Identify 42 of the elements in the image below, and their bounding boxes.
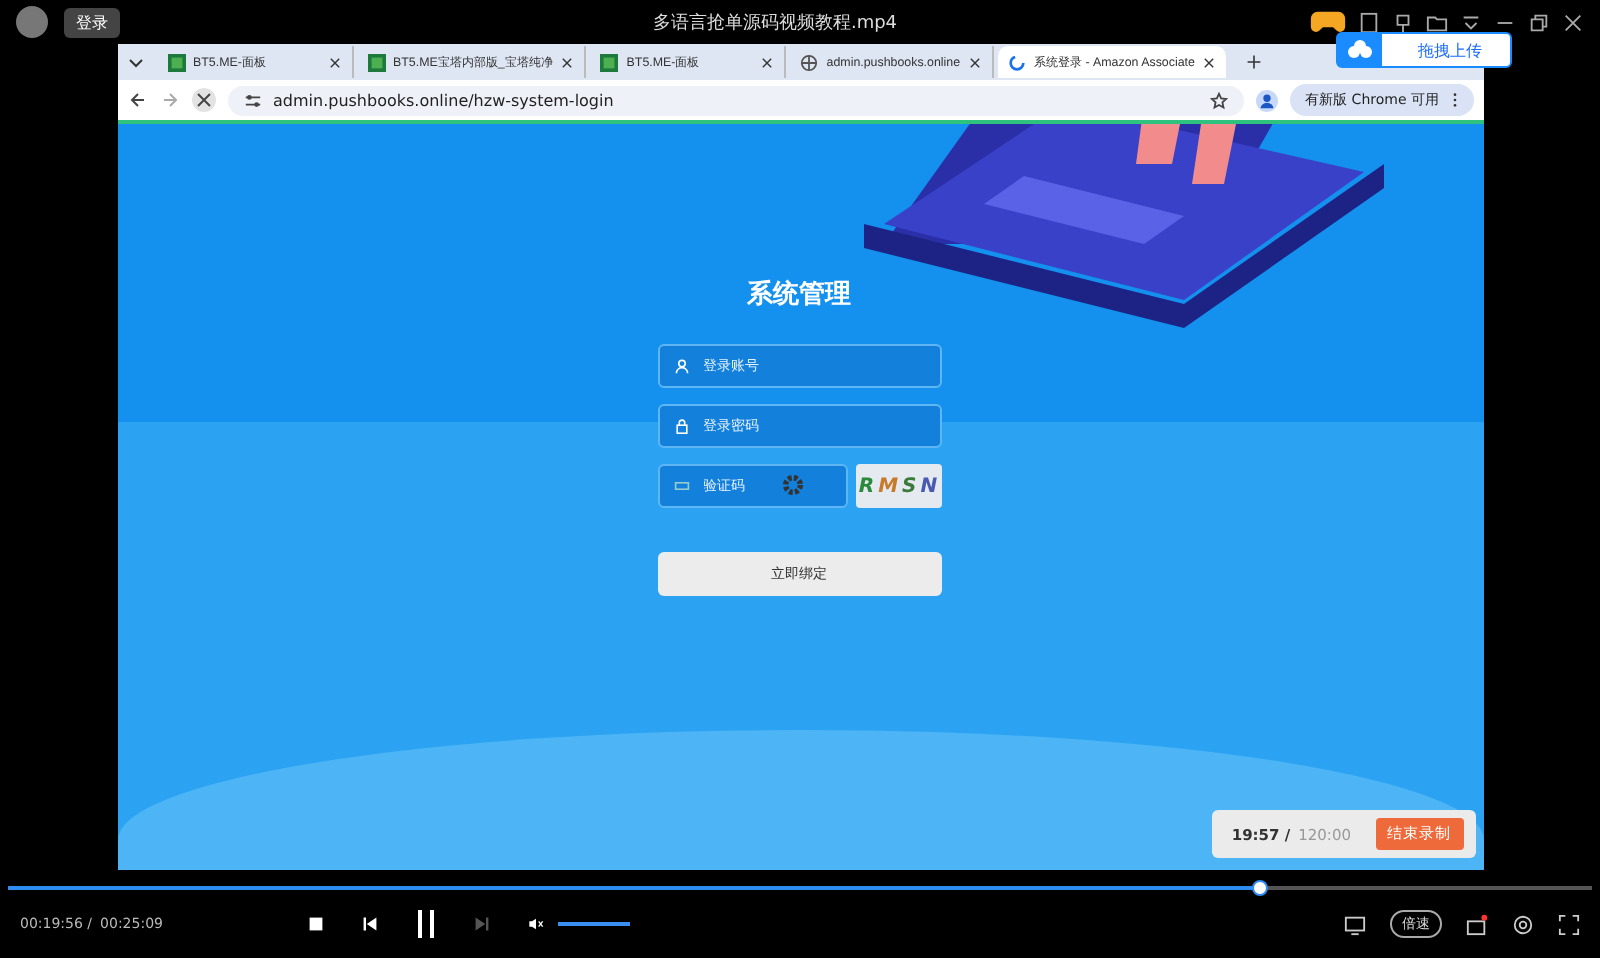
- profile-icon[interactable]: [1255, 89, 1278, 111]
- gamepad-icon[interactable]: [1310, 10, 1346, 34]
- close-icon[interactable]: [760, 55, 775, 69]
- close-icon[interactable]: [327, 55, 341, 69]
- user-icon: [673, 358, 689, 374]
- fullscreen-icon[interactable]: [1558, 913, 1580, 935]
- stop-icon[interactable]: [191, 88, 215, 112]
- next-icon[interactable]: [474, 916, 491, 932]
- previous-icon[interactable]: [362, 916, 379, 932]
- upload-button[interactable]: 拖拽上传: [1336, 32, 1512, 68]
- more-icon[interactable]: [1451, 92, 1457, 109]
- stop-icon[interactable]: [308, 916, 325, 932]
- pin-icon[interactable]: [1392, 11, 1414, 33]
- page-title: 系统管理: [745, 277, 853, 312]
- tv-icon[interactable]: [1344, 913, 1366, 935]
- progress-thumb[interactable]: [1251, 880, 1268, 896]
- sheet-icon: [367, 53, 385, 71]
- restore-icon[interactable]: [1528, 11, 1550, 33]
- window-icon[interactable]: [1358, 11, 1380, 33]
- close-icon[interactable]: [1562, 11, 1584, 33]
- menu-icon[interactable]: [1460, 11, 1482, 33]
- sheet-icon: [167, 53, 185, 71]
- captcha-image[interactable]: RMSN: [855, 464, 941, 508]
- close-icon[interactable]: [1202, 55, 1217, 69]
- close-icon[interactable]: [560, 55, 575, 69]
- sheet-icon: [600, 53, 619, 71]
- app-logo-icon: [16, 6, 48, 38]
- folder-icon[interactable]: [1426, 11, 1448, 33]
- lock-icon: [673, 418, 689, 434]
- address-bar[interactable]: admin.pushbooks.online/hzw-system-login: [227, 85, 1244, 115]
- video-title: 多语言抢单源码视频教程.mp4: [650, 11, 900, 35]
- settings-icon[interactable]: [1512, 913, 1534, 935]
- close-icon[interactable]: [968, 55, 983, 69]
- volume-icon[interactable]: [528, 916, 545, 932]
- loading-spinner-icon: [781, 474, 803, 496]
- back-icon[interactable]: [127, 90, 147, 110]
- new-tab-icon[interactable]: [1246, 54, 1263, 70]
- pause-icon[interactable]: [416, 910, 437, 938]
- globe-icon: [800, 53, 819, 71]
- login-button[interactable]: 登录: [64, 7, 120, 37]
- loading-icon: [1008, 53, 1027, 71]
- cloud-icon: [1338, 34, 1382, 66]
